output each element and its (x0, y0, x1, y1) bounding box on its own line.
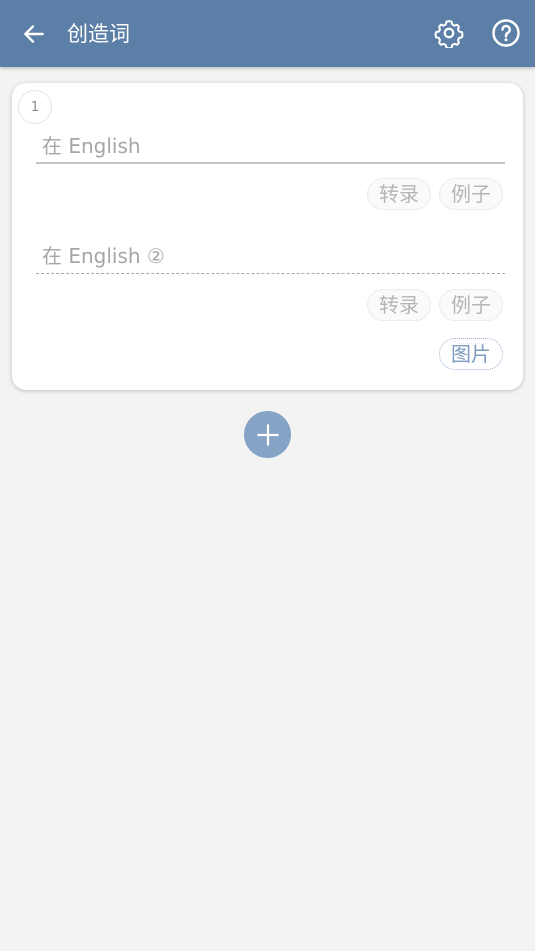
app-bar: 创造词 (0, 0, 535, 67)
page-title: 创造词 (67, 22, 130, 46)
card-index-badge: 1 (18, 90, 52, 124)
example-button-2[interactable]: 例子 (439, 289, 503, 321)
transcribe-button-1[interactable]: 转录 (367, 178, 431, 210)
plus-icon (256, 423, 279, 446)
word-card: 1 在 English 转录 例子 在 English ② 转录 例子 图片 (12, 83, 523, 390)
english-field-primary[interactable]: 在 English (36, 128, 505, 164)
gear-icon (434, 20, 464, 48)
help-circle-icon (492, 19, 520, 47)
image-button[interactable]: 图片 (439, 338, 503, 370)
help-button[interactable] (489, 16, 523, 50)
settings-button[interactable] (432, 16, 466, 50)
arrow-left-icon (24, 25, 44, 43)
back-button[interactable] (18, 18, 50, 50)
add-card-button[interactable] (244, 411, 291, 458)
english-field-secondary[interactable]: 在 English ② (36, 238, 505, 274)
example-button-1[interactable]: 例子 (439, 178, 503, 210)
transcribe-button-2[interactable]: 转录 (367, 289, 431, 321)
